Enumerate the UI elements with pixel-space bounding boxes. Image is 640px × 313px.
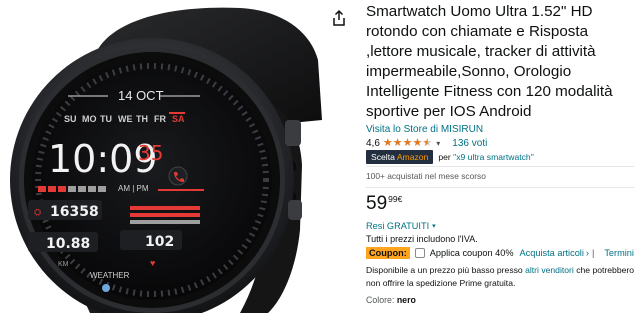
star-icon: ★ bbox=[412, 136, 423, 149]
coupon-shop-link[interactable]: Acquista articoli bbox=[520, 248, 584, 258]
returns-label: Resi GRATUITI bbox=[366, 221, 430, 231]
color-selector: Colore: nero bbox=[366, 295, 416, 305]
km-label: KM bbox=[58, 261, 69, 268]
price-symbol: € bbox=[397, 194, 403, 204]
availability-note: Disponibile a un prezzo più basso presso… bbox=[366, 264, 638, 289]
weekday: SU bbox=[64, 114, 77, 124]
battery-bar bbox=[38, 186, 106, 192]
price: 59 99 € bbox=[366, 193, 402, 215]
crown-button bbox=[285, 120, 301, 146]
color-value: nero bbox=[396, 295, 416, 305]
bought-count: 100+ acquistati nel mese scorso bbox=[366, 171, 486, 181]
coupon-row: Coupon: Applica coupon 40% Acquista arti… bbox=[366, 247, 634, 259]
star-half-icon: ★ bbox=[422, 136, 433, 149]
distance-text: 10.88 bbox=[46, 236, 90, 252]
coupon-badge: Coupon: bbox=[366, 247, 410, 259]
weekday: TH bbox=[136, 114, 148, 124]
star-icon: ★ bbox=[392, 136, 403, 149]
choice-query: per "x9 ultra smartwatch" bbox=[438, 152, 534, 162]
call-icon bbox=[168, 166, 188, 186]
steps-text: 16358 bbox=[50, 204, 99, 220]
star-icon: ★ bbox=[382, 136, 393, 149]
separator: | bbox=[591, 248, 595, 258]
color-label: Colore: bbox=[366, 295, 395, 305]
ampm-text: AM | PM bbox=[118, 184, 149, 193]
vat-note: Tutti i prezzi includono l'IVA. bbox=[366, 234, 478, 244]
amazon-choice-badge: Scelta Amazon bbox=[366, 150, 434, 164]
divider bbox=[366, 187, 634, 188]
seconds-text: 35 bbox=[138, 141, 163, 165]
weekday: FR bbox=[154, 114, 166, 124]
product-title: Smartwatch Uomo Ultra 1.52" HD rotondo c… bbox=[366, 3, 613, 120]
rating-stars[interactable]: ★ ★ ★ ★ ★ bbox=[382, 136, 433, 149]
share-icon-glyph bbox=[333, 9, 345, 26]
divider bbox=[366, 166, 634, 167]
chevron-down-icon: ▾ bbox=[432, 223, 436, 230]
weekday: SA bbox=[172, 114, 185, 124]
svg-text:⛭: ⛭ bbox=[34, 207, 41, 217]
heart-text: 102 bbox=[145, 234, 174, 250]
weekday: TU bbox=[100, 114, 112, 124]
share-icon[interactable] bbox=[331, 9, 347, 27]
weekday: MO bbox=[82, 114, 97, 124]
other-sellers-link[interactable]: altri venditori bbox=[525, 265, 574, 275]
chevron-right-icon: › bbox=[585, 248, 589, 258]
heart-icon: ♥ bbox=[150, 258, 155, 268]
store-link[interactable]: Visita lo Store di MISIRUN bbox=[366, 124, 483, 135]
coupon-checkbox[interactable] bbox=[414, 248, 425, 258]
weather-label: WEATHER bbox=[90, 271, 130, 280]
smartwatch-illustration: 14 OCT SU MO TU WE TH FR SA 10:09 35 AM … bbox=[10, 7, 322, 313]
rating-row: 4,6 ★ ★ ★ ★ ★ ▾ 136 voti bbox=[366, 136, 487, 150]
coupon-text: Applica coupon 40% bbox=[429, 248, 514, 258]
availability-prefix: Disponibile a un prezzo più basso presso bbox=[366, 265, 523, 275]
free-returns-link[interactable]: Resi GRATUITI ▾ bbox=[366, 221, 436, 231]
heart-graph bbox=[130, 206, 200, 224]
star-icon: ★ bbox=[402, 136, 413, 149]
chevron-down-icon[interactable]: ▾ bbox=[436, 139, 440, 148]
rating-value: 4,6 bbox=[366, 137, 380, 149]
product-image[interactable]: 14 OCT SU MO TU WE TH FR SA 10:09 35 AM … bbox=[0, 0, 330, 313]
ratings-count-link[interactable]: 136 voti bbox=[452, 138, 487, 149]
date-text: 14 OCT bbox=[118, 88, 164, 103]
coupon-terms-link[interactable]: Termini bbox=[604, 248, 634, 258]
product-info: Smartwatch Uomo Ultra 1.52" HD rotondo c… bbox=[366, 0, 640, 313]
weekday: WE bbox=[118, 114, 133, 124]
choice-query-link[interactable]: "x9 ultra smartwatch" bbox=[453, 152, 534, 162]
price-fraction: 99 bbox=[388, 194, 398, 204]
amazon-choice-row: Scelta Amazon per "x9 ultra smartwatch" bbox=[366, 150, 534, 164]
price-whole: 59 bbox=[366, 193, 388, 214]
